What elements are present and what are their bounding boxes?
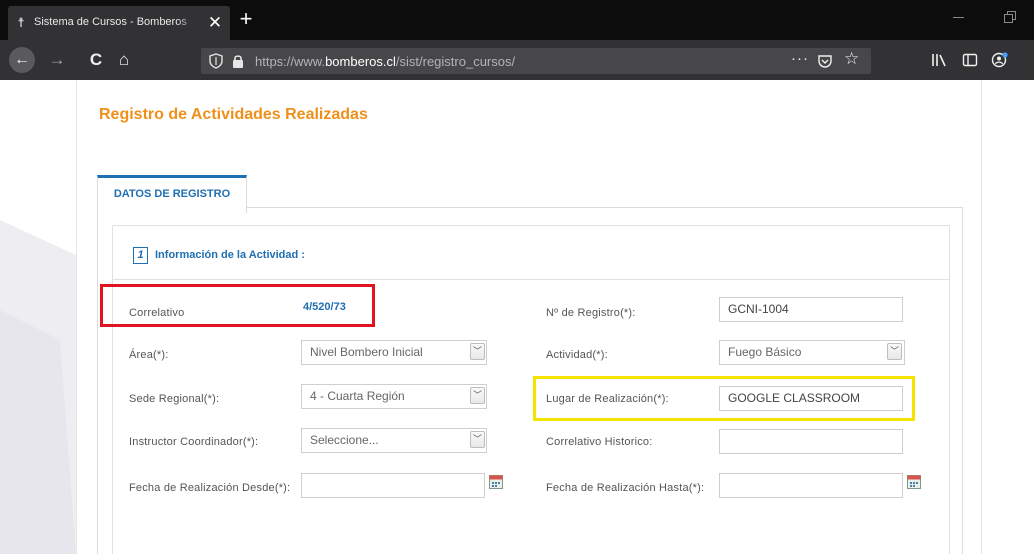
section-title: Información de la Actividad : [155,249,305,261]
fecha-hasta-input[interactable] [719,473,903,498]
pocket-icon[interactable] [817,53,833,69]
section-header: 1 Información de la Actividad : [113,226,949,280]
new-tab-button[interactable]: + [234,6,258,32]
actividad-select[interactable]: Fuego Básico [719,340,905,365]
browser-tab-bar: ☨ Sistema de Cursos - Bomberos ✕ + [0,0,1034,40]
sidebar-icon[interactable] [962,52,978,68]
correlativo-historico-label: Correlativo Historico: [546,436,653,448]
back-arrow-icon[interactable]: ← [9,47,35,73]
url-bar[interactable]: https://www.bomberos.cl/sist/registro_cu… [201,48,871,74]
sede-regional-select[interactable]: 4 - Cuarta Región [301,384,487,409]
browser-nav-bar: ← → C ⌂ https://www.bomberos.cl/sist/reg… [0,40,1034,80]
tab-datos-de-registro[interactable]: DATOS DE REGISTRO [97,175,247,213]
reload-icon[interactable]: C [83,47,109,73]
section-number: 1 [133,247,148,264]
url-prefix: https://www. [255,54,326,69]
correlativo-highlight-box [100,284,375,327]
calendar-icon[interactable] [489,475,503,489]
page-viewport: Registro de Actividades Realizadas DATOS… [0,80,1034,554]
fecha-hasta-label: Fecha de Realización Hasta(*): [546,482,705,494]
url-path: /sist/registro_cursos/ [395,54,516,69]
url-text[interactable]: https://www.bomberos.cl/sist/registro_cu… [255,54,515,69]
page-title: Registro de Actividades Realizadas [99,106,368,123]
url-domain: bomberos.cl [325,54,396,69]
chevron-down-icon[interactable]: ﹀ [887,343,902,360]
instructor-coordinador-select[interactable]: Seleccione... [301,428,487,453]
tab-label: DATOS DE REGISTRO [113,188,231,200]
home-icon[interactable]: ⌂ [111,47,137,73]
area-label: Área(*): [129,349,169,361]
restore-window-icon[interactable] [1003,10,1017,24]
tracking-shield-icon[interactable] [209,53,223,69]
library-icon[interactable] [931,52,947,68]
browser-tab-title: Sistema de Cursos - Bomberos [34,16,198,28]
page-container: Registro de Actividades Realizadas DATOS… [76,80,982,554]
nro-registro-label: Nº de Registro(*): [546,307,636,319]
fecha-desde-label: Fecha de Realización Desde(*): [129,482,291,494]
calendar-icon[interactable] [907,475,921,489]
actividad-label: Actividad(*): [546,349,608,361]
nro-registro-input[interactable]: GCNI-1004 [719,297,903,322]
browser-tab[interactable]: ☨ Sistema de Cursos - Bomberos ✕ [8,6,230,40]
account-icon[interactable] [991,51,1009,69]
page-actions-icon[interactable]: ··· [791,50,809,67]
bookmark-star-icon[interactable]: ☆ [844,49,859,69]
area-select[interactable]: Nivel Bombero Inicial [301,340,487,365]
chevron-down-icon[interactable]: ﹀ [470,431,485,448]
minimize-window-icon[interactable] [952,10,966,24]
fecha-desde-input[interactable] [301,473,485,498]
correlativo-historico-input[interactable] [719,429,903,454]
forward-arrow-icon[interactable]: → [44,47,70,73]
close-tab-icon[interactable]: ✕ [206,14,224,32]
chevron-down-icon[interactable]: ﹀ [470,343,485,360]
sede-regional-label: Sede Regional(*): [129,393,220,405]
bomberos-emblem-icon: ☨ [17,15,25,30]
lugar-highlight-box [533,376,915,421]
lock-icon[interactable] [231,53,245,69]
chevron-down-icon[interactable]: ﹀ [470,387,485,404]
instructor-coordinador-label: Instructor Coordinador(*): [129,436,259,448]
